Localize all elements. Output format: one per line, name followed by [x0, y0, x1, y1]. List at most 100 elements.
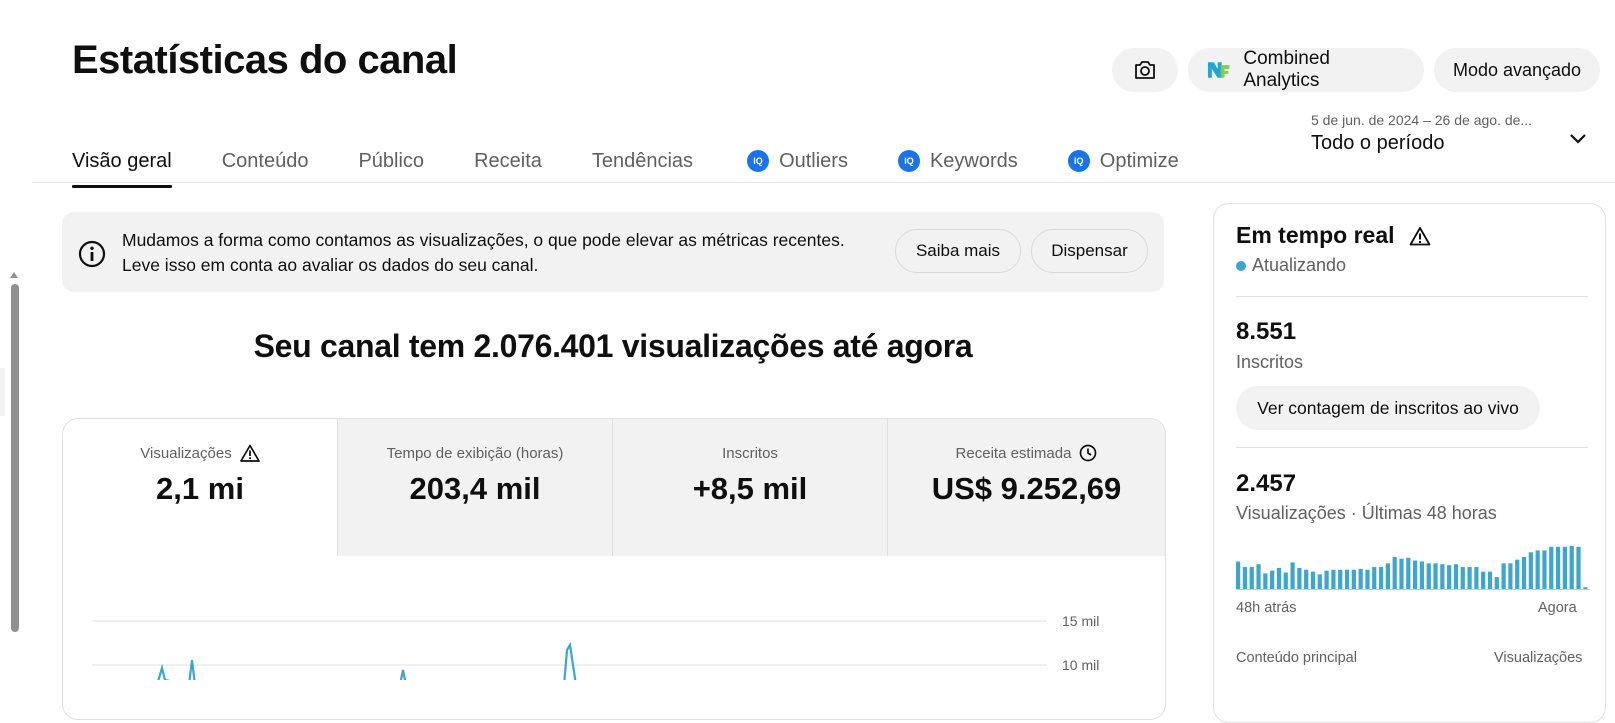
- realtime-bar[interactable]: [1487, 571, 1493, 590]
- realtime-bar[interactable]: [1474, 567, 1479, 590]
- realtime-bar[interactable]: [1310, 571, 1316, 590]
- realtime-bar[interactable]: [1562, 546, 1567, 590]
- realtime-bar[interactable]: [1378, 567, 1384, 590]
- realtime-panel: [1213, 203, 1606, 723]
- tab-outliers[interactable]: IQ Outliers: [747, 138, 848, 184]
- tab-audience[interactable]: Público: [358, 138, 424, 184]
- status-dot-icon: [1236, 260, 1246, 271]
- scroll-up-arrow[interactable]: [10, 272, 18, 278]
- realtime-bar[interactable]: [1304, 569, 1309, 590]
- realtime-bar[interactable]: [1242, 567, 1248, 590]
- top-content-header: Conteúdo principal: [1236, 650, 1357, 666]
- realtime-bar[interactable]: [1351, 569, 1356, 590]
- realtime-views-value: 2.457: [1236, 470, 1297, 497]
- metric-subscribers[interactable]: Inscritos +8,5 mil: [613, 419, 888, 556]
- screenshot-button[interactable]: [1112, 48, 1178, 92]
- realtime-bar[interactable]: [1263, 573, 1268, 590]
- realtime-bar[interactable]: [1447, 565, 1452, 590]
- y-tick-label: 15 mil: [1062, 613, 1099, 629]
- tab-content[interactable]: Conteúdo: [222, 138, 309, 184]
- tab-trends[interactable]: Tendências: [592, 138, 693, 184]
- realtime-bar[interactable]: [1542, 550, 1547, 590]
- realtime-bar[interactable]: [1338, 569, 1343, 590]
- date-range-selector[interactable]: 5 de jun. de 2024 – 26 de ago. de... Tod…: [1311, 112, 1591, 155]
- realtime-bar[interactable]: [1283, 572, 1288, 590]
- realtime-bar[interactable]: [1481, 571, 1486, 590]
- realtime-bar[interactable]: [1501, 563, 1506, 590]
- info-icon: [78, 240, 106, 268]
- realtime-bar[interactable]: [1365, 569, 1370, 590]
- tab-bar: Visão geral Conteúdo Público Receita Ten…: [72, 138, 1229, 188]
- metric-views[interactable]: Visualizações 2,1 mi: [63, 419, 338, 556]
- realtime-bar[interactable]: [1249, 567, 1254, 590]
- realtime-bar[interactable]: [1270, 570, 1275, 590]
- realtime-bar[interactable]: [1508, 563, 1513, 590]
- axis-start-label: 48h atrás: [1236, 600, 1297, 616]
- iq-icon: IQ: [747, 150, 770, 172]
- realtime-bar[interactable]: [1358, 568, 1363, 590]
- metric-label: Inscritos: [722, 444, 778, 462]
- realtime-bar[interactable]: [1453, 564, 1459, 590]
- tab-keywords[interactable]: IQ Keywords: [897, 138, 1018, 184]
- realtime-bar[interactable]: [1406, 557, 1411, 590]
- learn-more-button[interactable]: Saiba mais: [895, 229, 1021, 273]
- notice-line-1: Mudamos a forma como contamos as visuali…: [122, 230, 845, 250]
- realtime-bar[interactable]: [1256, 564, 1261, 590]
- metric-label: Visualizações: [140, 444, 232, 462]
- realtime-bar[interactable]: [1515, 559, 1520, 590]
- realtime-bar[interactable]: [1535, 550, 1540, 590]
- tab-revenue[interactable]: Receita: [474, 138, 542, 184]
- realtime-bar[interactable]: [1236, 561, 1241, 590]
- realtime-bar[interactable]: [1331, 569, 1336, 590]
- realtime-title: Em tempo real: [1236, 222, 1431, 249]
- chevron-down-icon[interactable]: [1566, 126, 1590, 150]
- realtime-bar[interactable]: [1460, 567, 1465, 590]
- scrollbar-thumb[interactable]: [11, 284, 19, 632]
- realtime-bar[interactable]: [1290, 562, 1295, 590]
- advanced-mode-button[interactable]: Modo avançado: [1434, 48, 1600, 92]
- realtime-bar[interactable]: [1372, 567, 1377, 590]
- realtime-bar[interactable]: [1440, 564, 1445, 590]
- realtime-bar[interactable]: [1549, 546, 1554, 590]
- realtime-bar[interactable]: [1399, 558, 1404, 590]
- realtime-bar[interactable]: [1555, 546, 1561, 590]
- date-range-label: Todo o período: [1311, 132, 1445, 154]
- realtime-bar[interactable]: [1392, 556, 1397, 590]
- realtime-bar[interactable]: [1317, 574, 1322, 590]
- tab-label: Receita: [474, 149, 542, 172]
- realtime-bar[interactable]: [1494, 577, 1499, 590]
- realtime-bar[interactable]: [1413, 560, 1418, 590]
- clock-icon: [1080, 444, 1097, 462]
- realtime-bar[interactable]: [1344, 569, 1350, 590]
- realtime-bar[interactable]: [1419, 561, 1425, 590]
- side-handle: [0, 368, 5, 416]
- realtime-bar[interactable]: [1276, 567, 1282, 590]
- tab-divider: [32, 182, 1615, 183]
- combined-analytics-label: Combined Analytics: [1243, 48, 1330, 91]
- metric-watch-time[interactable]: Tempo de exibição (horas) 203,4 mil: [338, 419, 613, 556]
- tab-overview[interactable]: Visão geral: [72, 138, 172, 188]
- views-line-chart: 15 mil 10 mil: [92, 613, 1099, 680]
- realtime-bar[interactable]: [1324, 570, 1329, 590]
- realtime-bar[interactable]: [1426, 563, 1431, 590]
- realtime-title-text: Em tempo real: [1236, 222, 1395, 248]
- combined-analytics-button[interactable]: Combined Analytics: [1188, 48, 1424, 92]
- tab-label: Tendências: [591, 149, 694, 172]
- realtime-bar[interactable]: [1297, 567, 1302, 590]
- metric-revenue[interactable]: Receita estimada US$ 9.252,69: [888, 419, 1165, 556]
- realtime-bar[interactable]: [1467, 567, 1472, 590]
- realtime-bar[interactable]: [1576, 546, 1581, 590]
- realtime-bar[interactable]: [1528, 552, 1533, 590]
- warning-icon[interactable]: [239, 444, 260, 462]
- live-subscriber-count-button[interactable]: Ver contagem de inscritos ao vivo: [1236, 386, 1540, 430]
- realtime-bar[interactable]: [1433, 563, 1438, 590]
- tab-optimize[interactable]: IQ Optimize: [1067, 138, 1179, 184]
- camera-icon: [1135, 61, 1155, 79]
- notice-text: Mudamos a forma como contamos as visuali…: [122, 228, 845, 278]
- realtime-bar[interactable]: [1521, 556, 1527, 590]
- dismiss-button[interactable]: Dispensar: [1031, 229, 1148, 273]
- warning-icon[interactable]: [1409, 226, 1431, 246]
- realtime-bar[interactable]: [1569, 545, 1574, 590]
- tab-label: Outliers: [779, 149, 848, 172]
- realtime-bar[interactable]: [1385, 563, 1390, 590]
